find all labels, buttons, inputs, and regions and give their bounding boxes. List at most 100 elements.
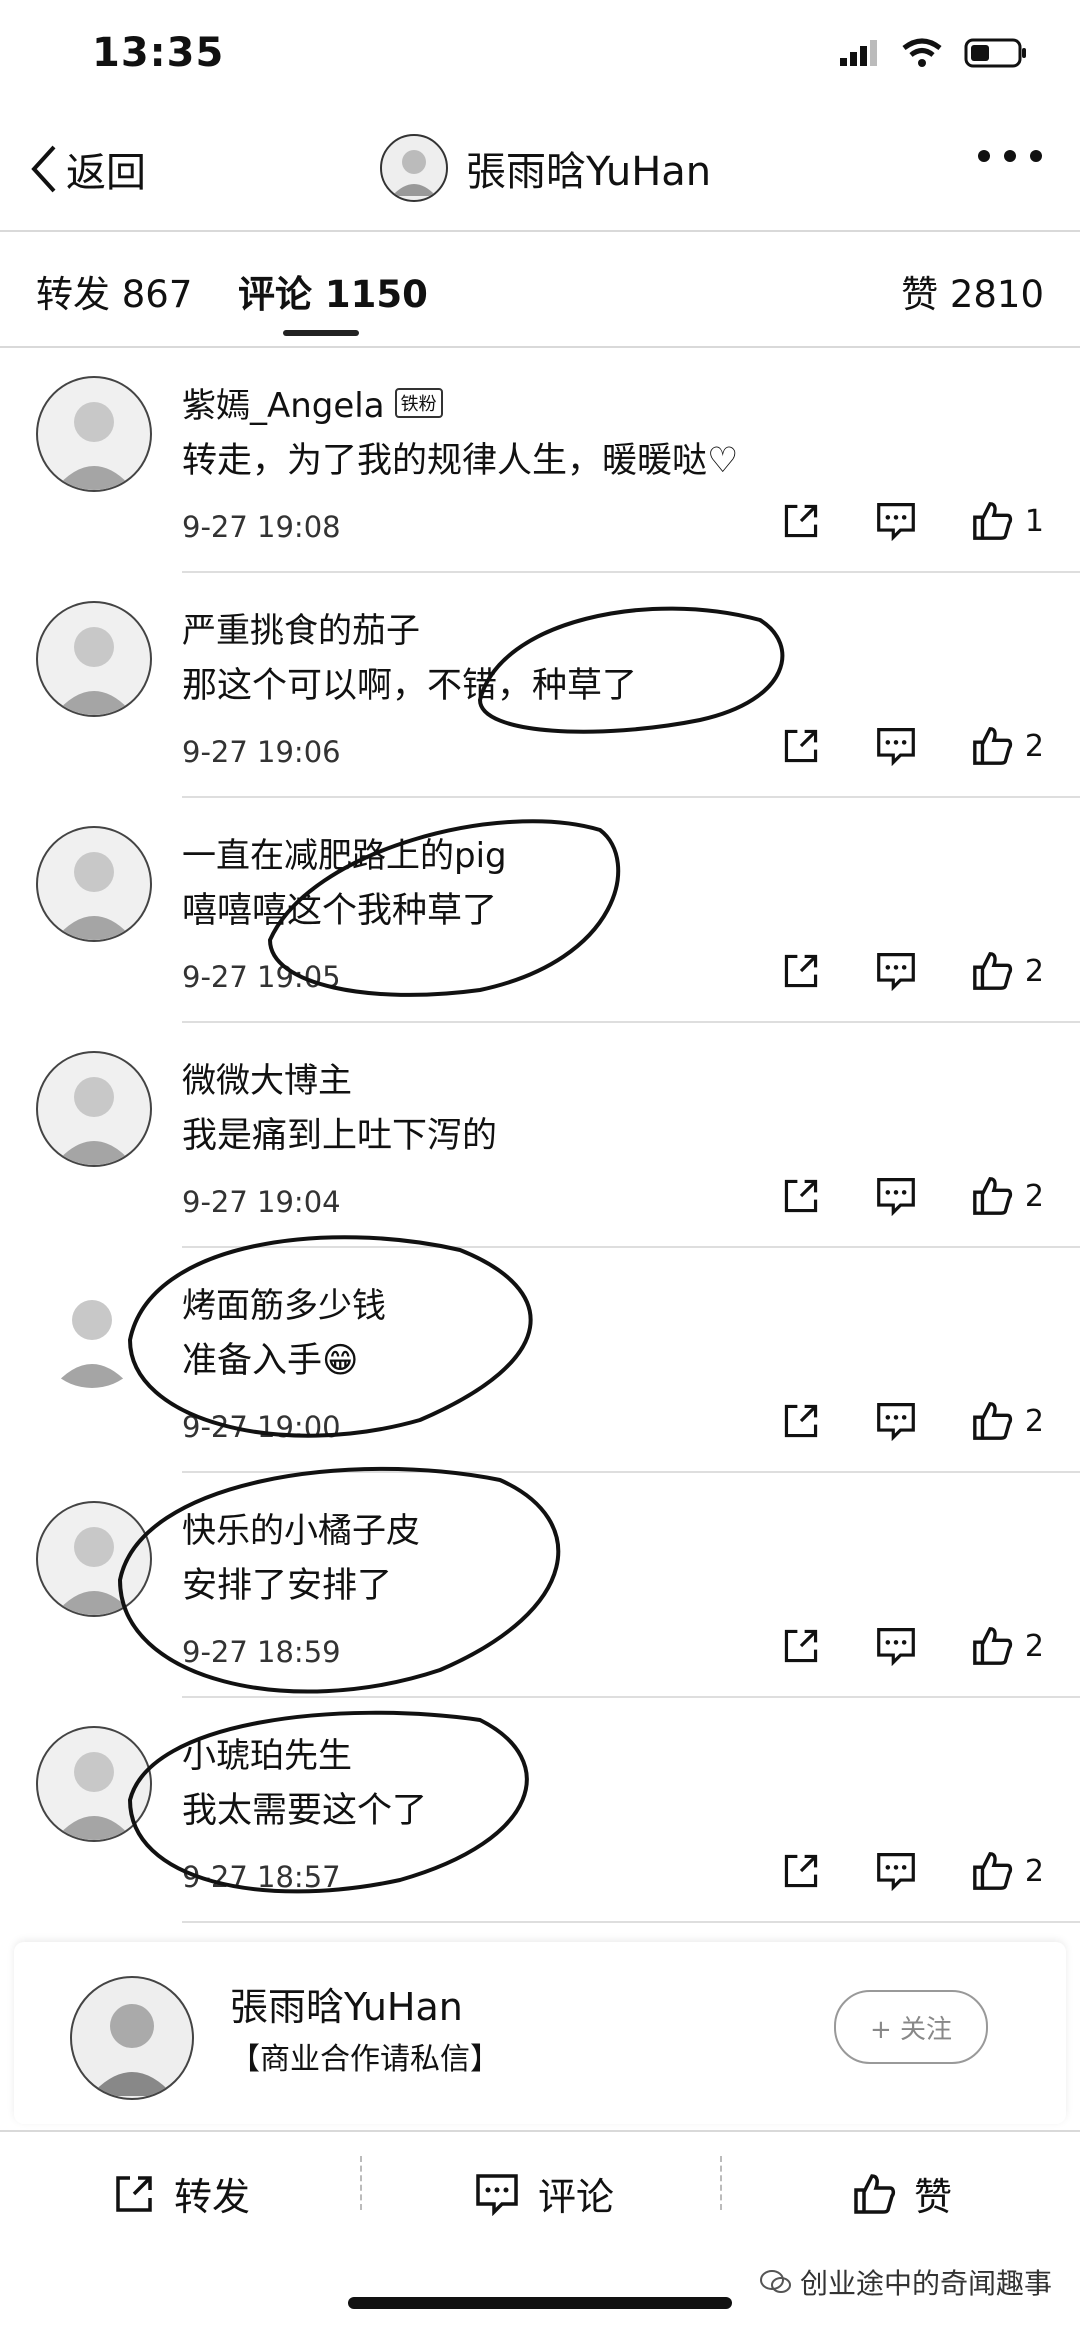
battery-icon (964, 38, 1026, 68)
comment-reply-button[interactable] (875, 501, 917, 541)
wechat-icon (759, 2270, 791, 2293)
fan-badge: 铁粉 (394, 387, 443, 418)
comment-author[interactable]: 紫嫣_Angela 铁粉 (182, 378, 443, 427)
author-card[interactable]: 張雨晗YuHan 【商业合作请私信】 + 关注 (14, 1942, 1066, 2124)
comment-reply-button[interactable] (875, 1176, 917, 1216)
comment-actions: 2 (781, 950, 1044, 992)
comment-reply-button[interactable] (875, 1401, 917, 1441)
avatar[interactable] (36, 1276, 148, 1388)
share-icon (784, 954, 818, 988)
thumbs-up-icon (973, 1177, 1012, 1215)
comment-like-button[interactable]: 1 (971, 500, 1044, 542)
comment-author[interactable]: 烤面筋多少钱 (182, 1278, 386, 1327)
comment-item[interactable]: 严重挑食的茄子 那这个可以啊，不错，种草了 9-27 19:06 2 (0, 573, 1080, 798)
avatar[interactable] (70, 1976, 194, 2100)
comment-time: 9-27 19:08 (182, 510, 341, 544)
comment-list: 紫嫣_Angela 铁粉 转走，为了我的规律人生，暖暖哒♡ 9-27 19:08 1 严重… (0, 348, 1080, 1923)
tab-indicator (283, 330, 359, 336)
like-count: 2 (1024, 1178, 1044, 1214)
thumbs-up-icon (973, 1627, 1012, 1665)
comment-time: 9-27 19:04 (182, 1185, 341, 1219)
thumbs-up-icon (854, 2173, 896, 2214)
comment-share-button[interactable] (781, 1401, 821, 1441)
comment-icon (877, 1628, 915, 1666)
repost-button[interactable]: 转发 (112, 2166, 250, 2221)
comment-reply-button[interactable] (875, 726, 917, 766)
comment-icon (877, 728, 915, 766)
like-button[interactable]: 赞 (852, 2166, 952, 2221)
thumbs-up-icon (973, 727, 1012, 765)
follow-button[interactable]: + 关注 (834, 1990, 988, 2064)
comment-actions: 1 (781, 500, 1044, 542)
back-button[interactable]: 返回 (28, 140, 146, 198)
comment-reply-button[interactable] (875, 1851, 917, 1891)
comment-time: 9-27 19:05 (182, 960, 341, 994)
comment-label: 评论 (538, 2175, 615, 2219)
comment-like-button[interactable]: 2 (971, 1850, 1044, 1892)
comment-text: 我太需要这个了 (182, 1791, 428, 1831)
comment-like-button[interactable]: 2 (971, 1175, 1044, 1217)
comment-like-button[interactable]: 2 (971, 1625, 1044, 1667)
avatar[interactable] (36, 1726, 152, 1842)
comment-share-button[interactable] (781, 726, 821, 766)
author-name: 張雨晗YuHan (230, 1985, 463, 2029)
tab-repost[interactable]: 转发 867 (36, 264, 192, 318)
comment-reply-button[interactable] (875, 1626, 917, 1666)
comment-item[interactable]: 烤面筋多少钱 准备入手😁 9-27 19:00 2 (0, 1248, 1080, 1473)
comment-like-button[interactable]: 2 (971, 1400, 1044, 1442)
comment-item[interactable]: 快乐的小橘子皮 安排了安排了 9-27 18:59 2 (0, 1473, 1080, 1698)
comment-share-button[interactable] (781, 1851, 821, 1891)
wifi-icon (902, 38, 942, 67)
avatar[interactable] (380, 134, 448, 202)
like-count: 2 (1024, 1853, 1044, 1889)
tab-comments[interactable]: 评论 1150 (238, 264, 428, 318)
like-count: 2 (1024, 1403, 1044, 1439)
like-count: 1 (1024, 503, 1044, 539)
comment-like-button[interactable]: 2 (971, 950, 1044, 992)
comment-time: 9-27 18:57 (182, 1860, 341, 1894)
more-dot (1004, 150, 1016, 162)
comment-share-button[interactable] (781, 951, 821, 991)
comment-author[interactable]: 快乐的小橘子皮 (182, 1503, 420, 1552)
avatar[interactable] (36, 826, 152, 942)
avatar[interactable] (36, 376, 152, 492)
share-icon (784, 1179, 818, 1213)
comment-author[interactable]: 一直在减肥路上的pig (182, 828, 507, 877)
repost-label: 转发 (174, 2175, 251, 2219)
comment-actions: 2 (781, 1400, 1044, 1442)
comment-button[interactable]: 评论 (474, 2166, 614, 2221)
tab-likes[interactable]: 赞 2810 (901, 264, 1044, 318)
comment-author-name: 烤面筋多少钱 (182, 1286, 386, 1326)
comment-item[interactable]: 紫嫣_Angela 铁粉 转走，为了我的规律人生，暖暖哒♡ 9-27 19:08 1 (0, 348, 1080, 573)
comment-share-button[interactable] (781, 1626, 821, 1666)
comment-item[interactable]: 小琥珀先生我太需要这个了 9-27 18:57 2 (0, 1698, 1080, 1923)
home-indicator (348, 2297, 732, 2309)
comment-author-name: 一直在减肥路上的pig (182, 836, 507, 876)
more-button[interactable] (978, 150, 1042, 162)
comment-author[interactable]: 微微大博主 (182, 1053, 352, 1102)
share-icon (784, 1629, 818, 1663)
comment-author[interactable]: 严重挑食的茄子 (182, 603, 420, 652)
comment-author[interactable]: 小琥珀先生 (182, 1728, 352, 1777)
avatar[interactable] (36, 1501, 152, 1617)
share-icon (784, 1404, 818, 1438)
avatar[interactable] (36, 1051, 152, 1167)
like-count: 2 (1024, 1628, 1044, 1664)
comment-text: 准备入手😁 (182, 1341, 359, 1381)
like-count: 2 (1024, 953, 1044, 989)
comment-item[interactable]: 一直在减肥路上的pig 嘻嘻嘻这个我种草了 9-27 19:05 2 (0, 798, 1080, 1023)
comment-share-button[interactable] (781, 1176, 821, 1216)
thumbs-up-icon (973, 1852, 1012, 1890)
comment-share-button[interactable] (781, 501, 821, 541)
share-icon (116, 2175, 152, 2212)
share-icon (784, 729, 818, 763)
watermark: 创业途中的奇闻趣事 (759, 2262, 1052, 2302)
thumbs-up-icon (973, 952, 1012, 990)
comment-item[interactable]: 微微大博主 我是痛到上吐下泻的 9-27 19:04 2 (0, 1023, 1080, 1248)
back-label: 返回 (66, 150, 146, 196)
nav-title-group[interactable]: 張雨晗YuHan (380, 134, 711, 202)
avatar[interactable] (36, 601, 152, 717)
comment-like-button[interactable]: 2 (971, 725, 1044, 767)
share-icon (784, 1854, 818, 1888)
comment-reply-button[interactable] (875, 951, 917, 991)
